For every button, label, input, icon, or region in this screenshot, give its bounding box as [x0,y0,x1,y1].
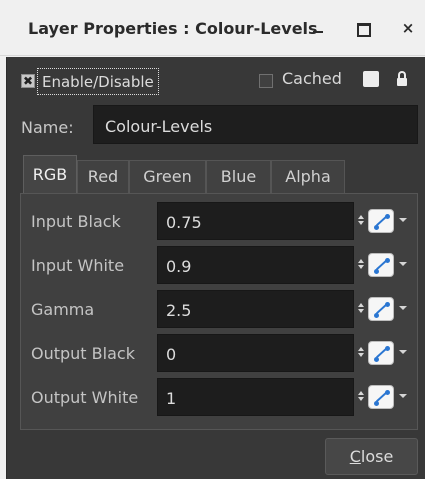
layer-properties-panel: ✖ Enable/Disable Cached Name: Colour-Lev… [6,57,425,479]
param-row-output-black: Output Black 0 [21,334,419,372]
enable-disable-label[interactable]: Enable/Disable [37,68,159,95]
chevron-down-icon[interactable] [399,262,407,266]
chevron-down-icon[interactable] [399,306,407,310]
lock-icon[interactable] [397,71,407,88]
tab-green[interactable]: Green [129,160,206,193]
tab-rgb[interactable]: RGB [23,155,77,194]
animation-curve-icon[interactable] [368,385,394,409]
param-row-gamma: Gamma 2.5 [21,290,419,328]
tab-blue[interactable]: Blue [206,160,271,193]
spinner-arrows-icon[interactable] [358,213,364,227]
close-mnemonic: C [349,447,361,466]
animation-curve-icon[interactable] [368,253,394,277]
close-button-label: lose [360,447,394,466]
input-white-label: Input White [31,256,125,275]
input-black-label: Input Black [31,212,121,231]
layer-name-input[interactable]: Colour-Levels [93,105,418,144]
close-icon[interactable]: × [396,16,420,40]
window-title: Layer Properties : Colour-Levels [28,19,318,38]
input-black-field[interactable]: 0.75 [157,202,354,240]
animation-curve-icon[interactable] [368,341,394,365]
param-row-input-white: Input White 0.9 [21,246,419,284]
output-white-label: Output White [31,388,139,407]
output-white-field[interactable]: 1 [157,378,354,416]
chevron-down-icon[interactable] [399,394,407,398]
chevron-down-icon[interactable] [399,218,407,222]
chevron-down-icon[interactable] [399,350,407,354]
spinner-arrows-icon[interactable] [358,257,364,271]
animation-curve-icon[interactable] [368,297,394,321]
name-label: Name: [21,118,74,137]
tab-red[interactable]: Red [77,160,129,193]
input-white-field[interactable]: 0.9 [157,246,354,284]
cached-label[interactable]: Cached [282,69,342,88]
enable-checkbox-icon[interactable]: ✖ [21,74,35,88]
spinner-arrows-icon[interactable] [358,345,364,359]
lock-body [397,78,407,86]
output-black-field[interactable]: 0 [157,334,354,372]
spinner-arrows-icon[interactable] [358,389,364,403]
minimize-icon[interactable] [309,16,333,40]
color-swatch-button[interactable] [363,71,379,87]
animation-curve-icon[interactable] [368,209,394,233]
gamma-field[interactable]: 2.5 [157,290,354,328]
output-black-label: Output Black [31,344,135,363]
spinner-arrows-icon[interactable] [358,301,364,315]
tab-alpha[interactable]: Alpha [271,160,345,193]
maximize-icon[interactable] [354,16,378,40]
cached-checkbox[interactable] [259,74,273,88]
gamma-label: Gamma [31,300,95,319]
parameters-panel: Input Black 0.75 Input White 0.9 Gamma 2… [20,193,418,430]
param-row-output-white: Output White 1 [21,378,419,416]
window-titlebar[interactable]: Layer Properties : Colour-Levels × [0,0,425,56]
param-row-input-black: Input Black 0.75 [21,202,419,240]
close-button[interactable]: Close [325,438,418,475]
